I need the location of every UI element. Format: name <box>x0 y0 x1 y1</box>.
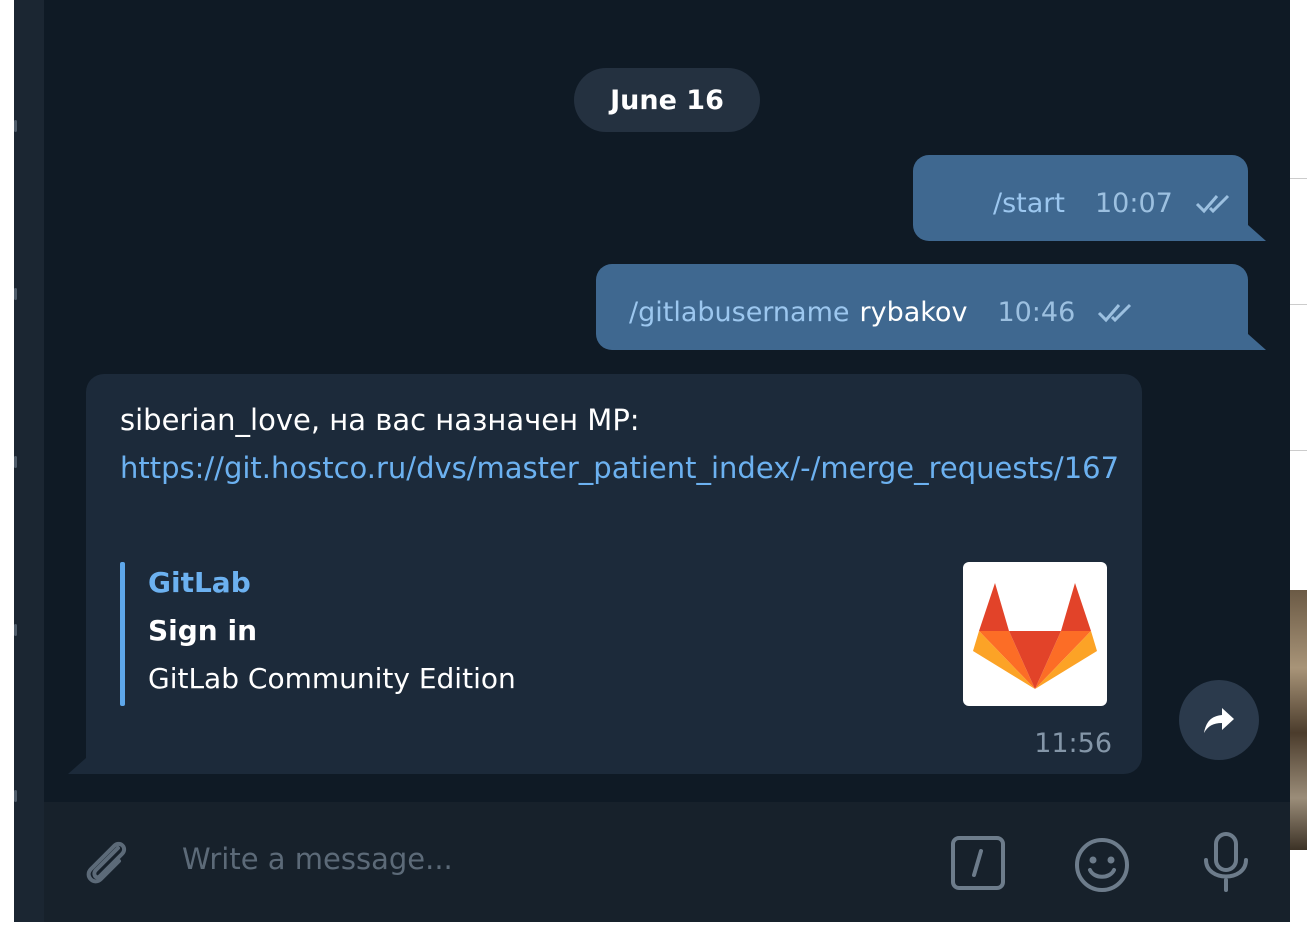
read-checks-icon <box>1098 303 1132 323</box>
preview-description: GitLab Community Edition <box>148 662 516 695</box>
divider <box>1290 178 1307 179</box>
divider <box>1290 304 1307 305</box>
bot-command[interactable]: /start <box>993 188 1065 219</box>
forward-button[interactable] <box>1179 680 1259 760</box>
panel-mark <box>14 624 17 636</box>
merge-request-link[interactable]: https://git.hostco.ru/dvs/master_patient… <box>120 444 1120 492</box>
message-time: 10:46 <box>997 296 1076 328</box>
left-edge <box>0 0 14 930</box>
message-body: siberian_love, на вас назначен MP: <box>120 403 640 437</box>
chat-list-panel-edge <box>14 0 44 922</box>
message-input[interactable]: Write a message... <box>182 842 453 876</box>
preview-site-name[interactable]: GitLab <box>148 566 251 599</box>
message-time: 11:56 <box>1034 728 1112 759</box>
incoming-message[interactable]: siberian_love, на вас назначен MP: https… <box>86 374 1142 774</box>
date-separator: June 16 <box>574 68 760 132</box>
preview-title: Sign in <box>148 614 258 647</box>
read-checks-icon <box>1195 194 1229 214</box>
link-preview-bar <box>120 562 125 706</box>
command-argument: rybakov <box>859 296 968 328</box>
chat-window: June 16 /start 10:07 /gitlabusername ryb… <box>44 0 1290 922</box>
panel-mark <box>14 456 17 468</box>
outgoing-message[interactable]: /gitlabusername rybakov 10:46 <box>596 264 1248 350</box>
message-time: 10:07 <box>1094 187 1173 219</box>
bot-command[interactable]: /gitlabusername <box>629 297 850 328</box>
bubble-tail <box>68 758 86 774</box>
photo-thumbnail <box>1290 590 1307 850</box>
microphone-icon[interactable] <box>1196 830 1256 894</box>
panel-mark <box>14 288 17 300</box>
panel-mark <box>14 120 17 132</box>
forward-arrow-icon <box>1204 708 1234 733</box>
bubble-tail <box>1248 225 1266 241</box>
right-panel-edge <box>1290 0 1307 930</box>
bottom-edge <box>0 922 1307 930</box>
panel-mark <box>14 790 17 802</box>
message-composer: Write a message... <box>44 802 1290 922</box>
outgoing-message[interactable]: /start 10:07 <box>913 155 1248 241</box>
gitlab-logo-icon[interactable] <box>963 562 1107 706</box>
emoji-icon[interactable] <box>1072 835 1132 895</box>
divider <box>1290 450 1307 451</box>
message-text: siberian_love, на вас назначен MP: https… <box>120 396 1120 492</box>
slash-command-icon[interactable] <box>950 835 1006 891</box>
bubble-tail <box>1248 334 1266 350</box>
gitlab-logo-svg <box>973 583 1097 689</box>
paperclip-icon[interactable] <box>78 834 134 890</box>
